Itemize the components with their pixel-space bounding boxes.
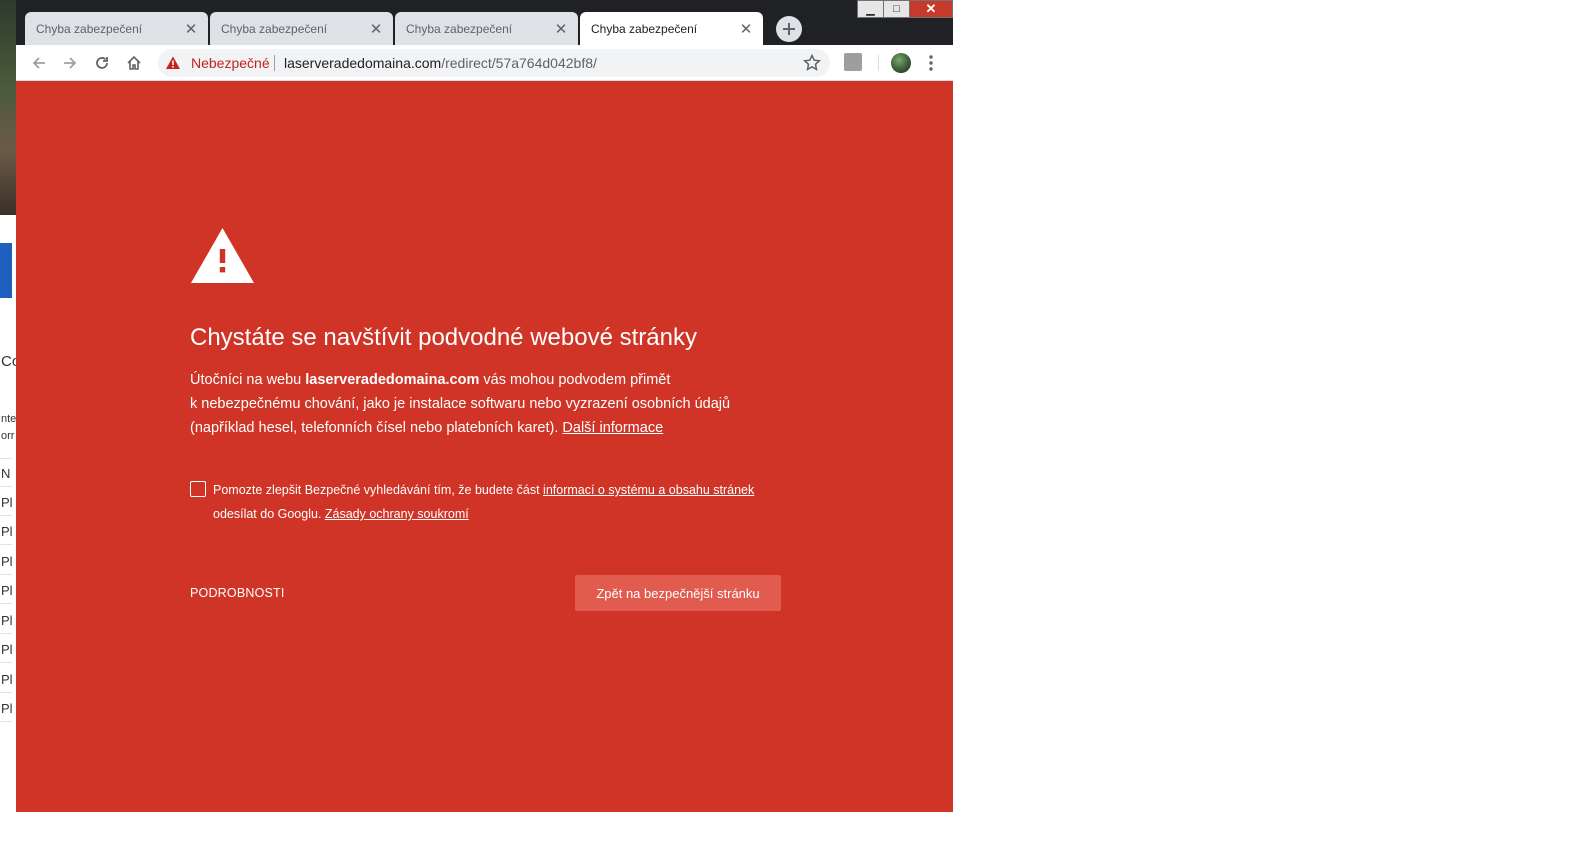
window-close-button[interactable]: ✕ (909, 0, 953, 18)
star-icon[interactable] (802, 53, 822, 73)
background-divider (0, 486, 12, 487)
close-icon[interactable]: ✕ (367, 20, 385, 38)
safe-browsing-interstitial: Chystáte se navštívit podvodné webové st… (16, 81, 953, 812)
background-blue-panel (0, 243, 12, 298)
background-divider (0, 574, 12, 575)
close-icon[interactable]: ✕ (737, 20, 755, 38)
browser-window: Chyba zabezpečení ✕ Chyba zabezpečení ✕ … (16, 0, 953, 812)
background-text: Co (1, 353, 16, 370)
browser-toolbar: Nebezpečné laserveradedomaina.com/redire… (16, 45, 953, 81)
background-app-window: Co nte orr N Pl Pl Pl Pl Pl Pl Pl Pl (0, 0, 16, 812)
optin-label: Pomozte zlepšit Bezpečné vyhledávání tím… (213, 478, 793, 526)
background-text: Pl (1, 672, 13, 687)
tab-2[interactable]: Chyba zabezpečení ✕ (210, 12, 393, 45)
background-text: Pl (1, 613, 13, 628)
background-divider (0, 662, 12, 663)
new-tab-button[interactable] (776, 16, 802, 42)
privacy-policy-link[interactable]: Zásady ochrany soukromí (325, 507, 469, 521)
address-bar[interactable]: Nebezpečné laserveradedomaina.com/redire… (158, 49, 830, 77)
details-button[interactable]: PODROBNOSTI (190, 586, 285, 600)
window-controls: ▁ □ ✕ (857, 0, 953, 18)
security-status[interactable]: Nebezpečné (191, 55, 270, 71)
pdf-extension-icon[interactable] (844, 53, 862, 71)
background-photo (0, 0, 16, 215)
background-text: nte (1, 413, 16, 425)
explanation-text: Útočníci na webu (190, 372, 306, 388)
tab-title: Chyba zabezpečení (221, 21, 328, 36)
background-divider (0, 544, 12, 545)
tab-strip: Chyba zabezpečení ✕ Chyba zabezpečení ✕ … (16, 0, 953, 45)
explanation-text: (například hesel, telefonních čísel nebo… (190, 420, 563, 436)
background-text: Pl (1, 524, 13, 539)
background-text: Pl (1, 554, 13, 569)
maximize-button[interactable]: □ (883, 0, 910, 18)
learn-more-link[interactable]: Další informace (562, 420, 663, 436)
minimize-button[interactable]: ▁ (857, 0, 884, 18)
warning-explanation: Útočníci na webu laserveradedomaina.com … (190, 368, 760, 440)
tab-title: Chyba zabezpečení (406, 21, 513, 36)
optin-text: Pomozte zlepšit Bezpečné vyhledávání tím… (213, 483, 544, 497)
url-host: laserveradedomaina.com (284, 55, 442, 71)
back-arrow-icon[interactable] (29, 53, 49, 73)
avatar[interactable] (891, 53, 911, 73)
dangerous-host: laserveradedomaina.com (305, 372, 480, 388)
omnibox-divider (274, 55, 275, 71)
background-divider (0, 603, 12, 604)
toolbar-divider (878, 55, 879, 71)
close-icon[interactable]: ✕ (182, 20, 200, 38)
back-to-safety-button[interactable]: Zpět na bezpečnější stránku (575, 575, 781, 611)
background-text: Pl (1, 642, 13, 657)
background-text: Pl (1, 583, 13, 598)
optin-text: odesílat do Googlu. (213, 507, 325, 521)
close-icon[interactable]: ✕ (552, 20, 570, 38)
forward-arrow-icon[interactable] (60, 53, 80, 73)
page-title: Chystáte se navštívit podvodné webové st… (190, 324, 697, 351)
reload-icon[interactable] (92, 53, 112, 73)
warning-triangle-icon (166, 56, 180, 69)
tab-title: Chyba zabezpečení (36, 21, 143, 36)
tab-title: Chyba zabezpečení (591, 21, 698, 36)
explanation-text: vás mohou podvodem přimět (479, 372, 671, 388)
background-text: Pl (1, 495, 13, 510)
tab-1[interactable]: Chyba zabezpečení ✕ (25, 12, 208, 45)
background-text: Pl (1, 701, 13, 716)
background-text: orr (1, 430, 15, 442)
url-path: /redirect/57a764d042bf8/ (441, 55, 597, 71)
tab-3[interactable]: Chyba zabezpečení ✕ (395, 12, 578, 45)
url-text[interactable]: laserveradedomaina.com/redirect/57a764d0… (284, 55, 597, 71)
background-divider (0, 721, 12, 722)
menu-dots-icon[interactable] (921, 53, 941, 73)
system-info-link[interactable]: informací o systému a obsahu stránek (543, 483, 754, 497)
background-divider (0, 692, 12, 693)
home-icon[interactable] (124, 53, 144, 73)
background-text: N (1, 466, 11, 481)
optin-checkbox[interactable] (190, 481, 206, 497)
background-divider (0, 458, 12, 459)
plus-icon (783, 23, 795, 35)
warning-triangle-icon (191, 228, 254, 283)
background-divider (0, 633, 12, 634)
tab-4-active[interactable]: Chyba zabezpečení ✕ (580, 12, 763, 45)
explanation-text: k nebezpečnému chování, jako je instalac… (190, 396, 731, 412)
background-divider (0, 515, 12, 516)
